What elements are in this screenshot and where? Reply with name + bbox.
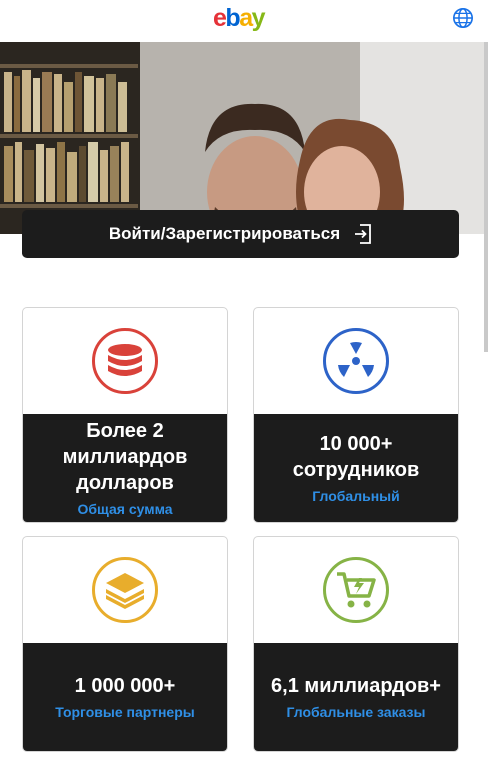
stat-card-employees: 10 000+ сотрудников Глобальный bbox=[253, 307, 459, 523]
coins-stack-icon bbox=[92, 328, 158, 394]
cart-flash-icon bbox=[323, 557, 389, 623]
stat-caption: Глобальные заказы bbox=[286, 704, 426, 720]
stat-card-partners: 1 000 000+ Торговые партнеры bbox=[22, 536, 228, 752]
hero-photo bbox=[0, 42, 484, 234]
login-register-label: Войти/Зарегистрироваться bbox=[108, 224, 341, 243]
top-bar: ebay bbox=[0, 0, 488, 42]
sign-in-icon bbox=[355, 224, 372, 244]
globe-icon[interactable] bbox=[452, 7, 474, 29]
hero-image bbox=[0, 42, 484, 234]
stat-value: 10 000+ сотрудников bbox=[292, 433, 420, 481]
stat-value: 1 000 000+ bbox=[74, 675, 176, 697]
layers-icon bbox=[92, 557, 158, 623]
stat-card-total-amount: Более 2 миллиардов долларов Общая сумма bbox=[22, 307, 228, 523]
scrollbar[interactable] bbox=[484, 42, 488, 352]
stat-caption: Глобальный bbox=[312, 488, 400, 504]
stat-caption: Общая сумма bbox=[77, 501, 173, 517]
radiation-icon bbox=[323, 328, 389, 394]
stat-caption: Торговые партнеры bbox=[55, 704, 195, 720]
ebay-logo[interactable]: ebay bbox=[213, 4, 266, 32]
stat-value: Более 2 миллиардов долларов bbox=[62, 420, 188, 494]
login-register-button[interactable]: Войти/Зарегистрироваться bbox=[22, 210, 459, 258]
stat-value: 6,1 миллиардов+ bbox=[271, 675, 441, 697]
stat-card-orders: 6,1 миллиардов+ Глобальные заказы bbox=[253, 536, 459, 752]
